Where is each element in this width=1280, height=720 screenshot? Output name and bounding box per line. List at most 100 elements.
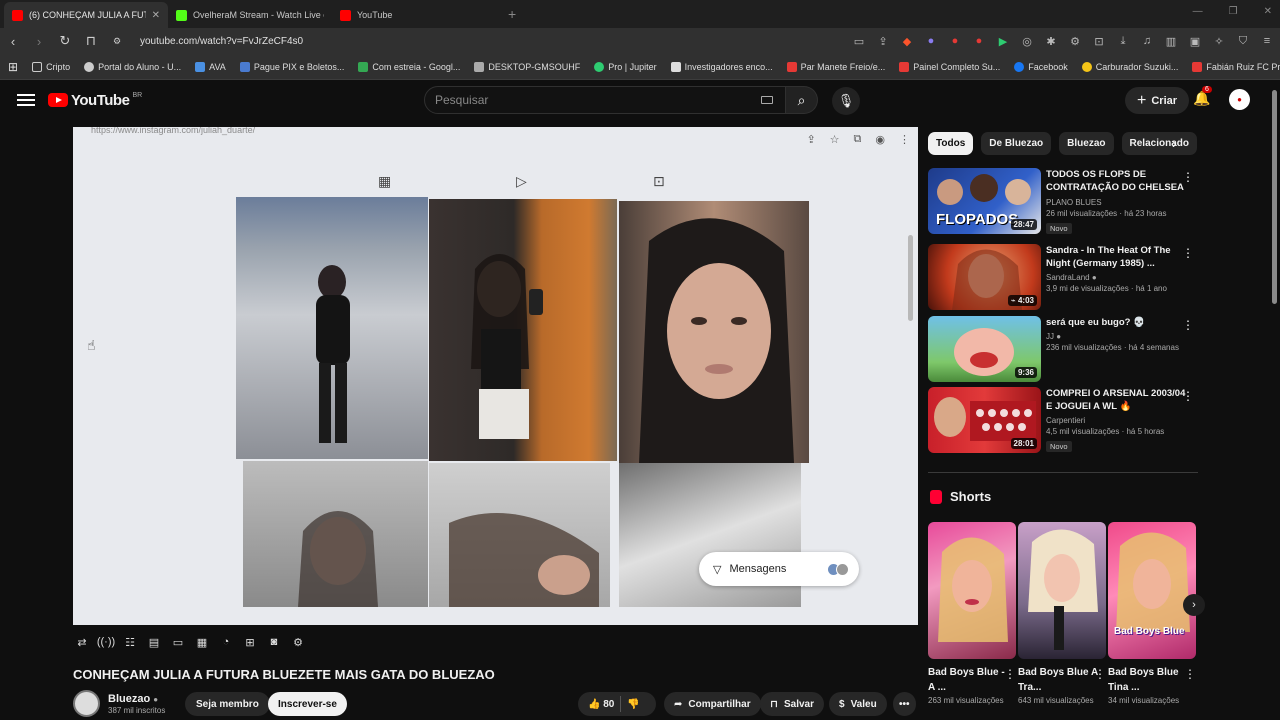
channel-name[interactable]: Bluezao ● bbox=[108, 693, 165, 705]
brave-shield-icon[interactable]: ◆ bbox=[900, 35, 914, 48]
bookmark-item[interactable]: Pro | Jupiter bbox=[594, 61, 657, 72]
search-button[interactable]: ⌕ bbox=[786, 86, 818, 114]
thanks-button[interactable]: $ Valeu bbox=[829, 692, 887, 716]
more-vertical-icon[interactable]: ⋮ bbox=[1182, 318, 1194, 332]
bookmark-item[interactable]: Pague PIX e Boletos... bbox=[239, 61, 344, 72]
browser-tab-kick[interactable]: OvelheraM Stream - Watch Live on K bbox=[168, 2, 332, 28]
apps-icon[interactable]: ⊞ bbox=[8, 60, 18, 74]
video-thumbnail[interactable]: FLOPADOS 28:47 bbox=[928, 168, 1041, 234]
subscribe-button[interactable]: Inscrever-se bbox=[268, 692, 347, 716]
save-button[interactable]: ⊓ Salvar bbox=[760, 692, 824, 716]
filter-icon[interactable]: ☷ bbox=[121, 633, 139, 651]
video-thumbnail[interactable]: 28:01 bbox=[928, 387, 1041, 453]
maximize-icon[interactable]: ❐ bbox=[1229, 6, 1238, 17]
speed-icon[interactable]: ◔ bbox=[217, 633, 235, 651]
frame-icon[interactable]: ▦ bbox=[193, 633, 211, 651]
voice-search-button[interactable]: 🎙 bbox=[832, 87, 860, 115]
extension-icon[interactable]: ⚙ bbox=[1068, 35, 1082, 48]
keyboard-icon[interactable] bbox=[761, 96, 773, 104]
like-button[interactable]: 👍 80 bbox=[588, 699, 614, 710]
recommended-video[interactable]: ⌁ 4:03 Sandra - In The Heat Of The Night… bbox=[928, 244, 1198, 310]
short-title[interactable]: Bad Boys Blue Tina ... bbox=[1108, 665, 1188, 695]
back-icon[interactable]: ‹ bbox=[6, 34, 20, 49]
bookmark-item[interactable]: Carburador Suzuki... bbox=[1081, 61, 1178, 72]
music-icon[interactable]: ♫ bbox=[1140, 35, 1154, 48]
bookmark-item[interactable]: Par Manete Freio/e... bbox=[786, 61, 885, 72]
minimize-icon[interactable]: — bbox=[1193, 6, 1203, 17]
camera-icon[interactable]: ◙ bbox=[265, 633, 283, 651]
dislike-button[interactable]: 👎 bbox=[627, 699, 639, 710]
share-icon[interactable]: ⇪ bbox=[876, 35, 890, 48]
chip-bluezao[interactable]: Bluezao bbox=[1059, 132, 1114, 155]
bookmark-item[interactable]: Portal do Aluno - U... bbox=[84, 61, 181, 72]
video-thumbnail[interactable]: ⌁ 4:03 bbox=[928, 244, 1041, 310]
menu-icon[interactable]: ≡ bbox=[1260, 35, 1274, 48]
browser-tab-youtube[interactable]: YouTube bbox=[332, 2, 496, 28]
bookmark-item[interactable]: Com estreia - Googl... bbox=[358, 61, 460, 72]
more-vertical-icon[interactable]: ⋮ bbox=[1182, 389, 1194, 403]
chip-all[interactable]: Todos bbox=[928, 132, 974, 155]
close-tab-icon[interactable]: ✕ bbox=[152, 10, 160, 21]
settings-gear-icon[interactable]: ⚙ bbox=[289, 633, 307, 651]
create-button[interactable]: + Criar bbox=[1125, 87, 1190, 114]
add-icon[interactable]: ⊞ bbox=[241, 633, 259, 651]
new-tab-icon[interactable]: + bbox=[508, 6, 516, 22]
chip-related[interactable]: Relacionado bbox=[1121, 132, 1197, 155]
bookmark-item[interactable]: Painel Completo Su... bbox=[899, 61, 1000, 72]
notifications-button[interactable]: 🔔 6 bbox=[1193, 86, 1212, 107]
more-vertical-icon[interactable]: ⋮ bbox=[1182, 246, 1194, 260]
chevron-right-icon[interactable]: › bbox=[1172, 135, 1177, 151]
extension-icon[interactable]: ● bbox=[972, 35, 986, 48]
film-icon[interactable]: ▤ bbox=[145, 633, 163, 651]
more-vertical-icon[interactable]: ⋮ bbox=[1182, 170, 1194, 184]
more-vertical-icon[interactable]: ⋮ bbox=[1094, 667, 1106, 681]
extension-icon[interactable]: ● bbox=[924, 35, 938, 48]
video-player[interactable]: https://www.instagram.com/juliah_duarte/… bbox=[73, 127, 918, 625]
screenshot-icon[interactable]: ▭ bbox=[169, 633, 187, 651]
channel-avatar[interactable] bbox=[73, 690, 100, 717]
more-actions-button[interactable]: ••• bbox=[893, 692, 916, 716]
short-title[interactable]: Bad Boys Blue - A ... bbox=[928, 665, 1008, 695]
close-window-icon[interactable]: ✕ bbox=[1264, 6, 1272, 17]
short-thumbnail[interactable] bbox=[928, 522, 1016, 659]
account-avatar[interactable]: ● bbox=[1229, 89, 1250, 110]
recommended-video[interactable]: 28:01 COMPREI O ARSENAL 2003/04 E JOGUEI… bbox=[928, 387, 1198, 453]
site-info-icon[interactable]: ⚙ bbox=[110, 36, 124, 47]
download-icon[interactable]: ⤓ bbox=[1116, 35, 1130, 48]
bookmark-icon[interactable]: ⊓ bbox=[84, 33, 98, 49]
recommended-video[interactable]: FLOPADOS 28:47 TODOS OS FLOPS DE CONTRAT… bbox=[928, 168, 1198, 234]
join-button[interactable]: Seja membro bbox=[185, 692, 270, 716]
recommended-video[interactable]: 9:36 será que eu bugo? 💀 JJ ● 236 mil vi… bbox=[928, 316, 1198, 382]
bookmark-item[interactable]: Fabián Ruiz FC Pro L... bbox=[1192, 61, 1280, 72]
chip-from-channel[interactable]: De Bluezao bbox=[981, 132, 1052, 155]
short-thumbnail[interactable] bbox=[1018, 522, 1106, 659]
extension-icon[interactable]: ⊡ bbox=[1092, 35, 1106, 48]
youtube-logo[interactable]: YouTube BR bbox=[48, 92, 142, 109]
vpn-icon[interactable]: ⛉ bbox=[1236, 35, 1250, 48]
shorts-next-button[interactable]: › bbox=[1183, 594, 1205, 616]
loop-icon[interactable]: ⇄ bbox=[73, 633, 91, 651]
cast-icon[interactable]: ▭ bbox=[852, 35, 866, 48]
bookmark-item[interactable]: Facebook bbox=[1014, 61, 1068, 72]
browser-tab-youtube-video[interactable]: (6) CONHEÇAM JULIA A FUTU ✕ bbox=[4, 2, 168, 28]
share-button[interactable]: ➦ Compartilhar bbox=[664, 692, 761, 716]
sidebar-icon[interactable]: ▥ bbox=[1164, 35, 1178, 48]
ai-icon[interactable]: ✧ bbox=[1212, 35, 1226, 48]
page-scrollbar[interactable] bbox=[1272, 90, 1277, 304]
short-thumbnail[interactable]: Bad Boys Blue bbox=[1108, 522, 1196, 659]
video-thumbnail[interactable]: 9:36 bbox=[928, 316, 1041, 382]
forward-icon[interactable]: › bbox=[32, 34, 46, 49]
bookmark-item[interactable]: DESKTOP-GMSOUHF bbox=[474, 61, 580, 72]
audio-icon[interactable]: ((·)) bbox=[97, 633, 115, 651]
hamburger-menu-icon[interactable] bbox=[17, 94, 35, 106]
bookmark-item[interactable]: AVA bbox=[195, 61, 226, 72]
wallet-icon[interactable]: ▣ bbox=[1188, 35, 1202, 48]
bookmark-item[interactable]: Cripto bbox=[32, 61, 70, 72]
extension-icon[interactable]: ● bbox=[948, 35, 962, 48]
extension-icon[interactable]: ▶ bbox=[996, 35, 1010, 48]
reload-icon[interactable]: ↻ bbox=[58, 33, 72, 49]
short-title[interactable]: Bad Boys Blue A Tra... bbox=[1018, 665, 1098, 695]
more-vertical-icon[interactable]: ⋮ bbox=[1004, 667, 1016, 681]
more-vertical-icon[interactable]: ⋮ bbox=[1184, 667, 1196, 681]
bookmark-item[interactable]: Investigadores enco... bbox=[670, 61, 773, 72]
